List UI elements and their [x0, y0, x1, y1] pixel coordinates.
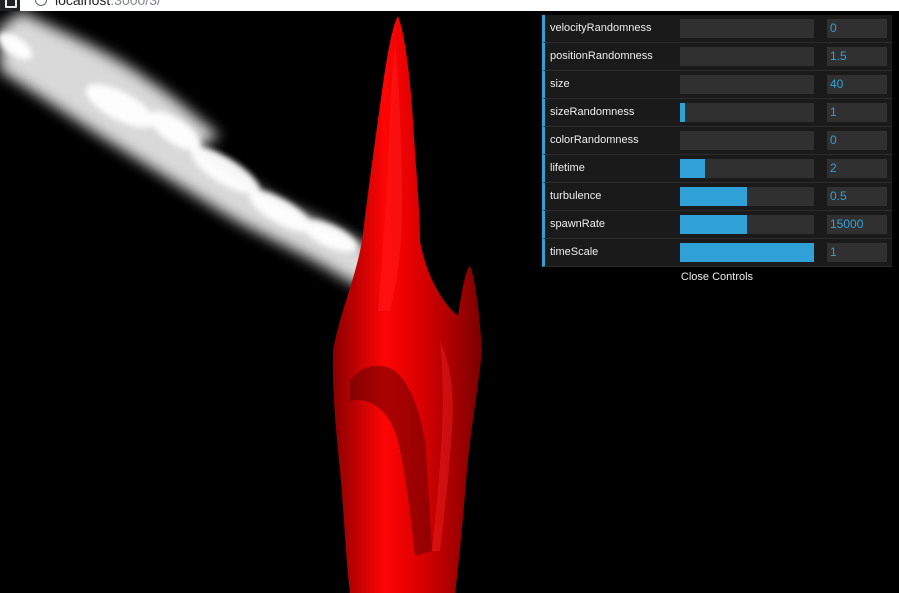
- control-slider[interactable]: [680, 131, 814, 150]
- slider-fill: [680, 103, 686, 122]
- control-row-positionRandomness: positionRandomness: [542, 43, 892, 71]
- control-row-lifetime: lifetime: [542, 155, 892, 183]
- control-slider[interactable]: [680, 19, 814, 38]
- control-label: lifetime: [550, 162, 585, 174]
- control-label: timeScale: [550, 246, 599, 258]
- control-slider[interactable]: [680, 103, 814, 122]
- control-value-input[interactable]: [827, 243, 887, 262]
- slider-fill: [680, 187, 747, 206]
- control-value-input[interactable]: [827, 159, 887, 178]
- control-slider[interactable]: [680, 187, 814, 206]
- control-row-spawnRate: spawnRate: [542, 211, 892, 239]
- url-field[interactable]: localhost:3000/3/: [55, 0, 161, 8]
- control-label: positionRandomness: [550, 50, 653, 62]
- close-controls-button[interactable]: Close Controls: [542, 270, 892, 285]
- control-value-input[interactable]: [827, 75, 887, 94]
- control-label: sizeRandomness: [550, 106, 635, 118]
- url-path: :3000/3/: [110, 0, 161, 8]
- control-value-input[interactable]: [827, 131, 887, 150]
- control-slider[interactable]: [680, 47, 814, 66]
- control-label: velocityRandomness: [550, 22, 652, 34]
- slider-fill: [680, 159, 706, 178]
- control-label: spawnRate: [550, 218, 606, 230]
- tab-square-icon: [5, 0, 17, 8]
- url-host: localhost: [55, 0, 111, 8]
- control-value-input[interactable]: [827, 215, 887, 234]
- control-row-sizeRandomness: sizeRandomness: [542, 99, 892, 127]
- control-slider[interactable]: [680, 75, 814, 94]
- slider-fill: [680, 215, 747, 234]
- browser-tab-strip[interactable]: [0, 0, 20, 11]
- control-label: turbulence: [550, 190, 602, 202]
- controls-panel: velocityRandomness positionRandomness si…: [542, 15, 892, 267]
- browser-address-bar: localhost:3000/3/: [0, 0, 899, 11]
- control-slider[interactable]: [680, 243, 814, 262]
- control-slider[interactable]: [680, 159, 814, 178]
- control-row-timeScale: timeScale: [542, 239, 892, 267]
- control-row-colorRandomness: colorRandomness: [542, 127, 892, 155]
- slider-fill: [680, 243, 814, 262]
- site-info-icon[interactable]: [35, 0, 47, 6]
- control-value-input[interactable]: [827, 19, 887, 38]
- control-slider[interactable]: [680, 215, 814, 234]
- control-value-input[interactable]: [827, 103, 887, 122]
- control-row-size: size: [542, 71, 892, 99]
- control-label: size: [550, 78, 570, 90]
- control-row-velocityRandomness: velocityRandomness: [542, 15, 892, 43]
- control-row-turbulence: turbulence: [542, 183, 892, 211]
- control-label: colorRandomness: [550, 134, 639, 146]
- control-value-input[interactable]: [827, 47, 887, 66]
- control-value-input[interactable]: [827, 187, 887, 206]
